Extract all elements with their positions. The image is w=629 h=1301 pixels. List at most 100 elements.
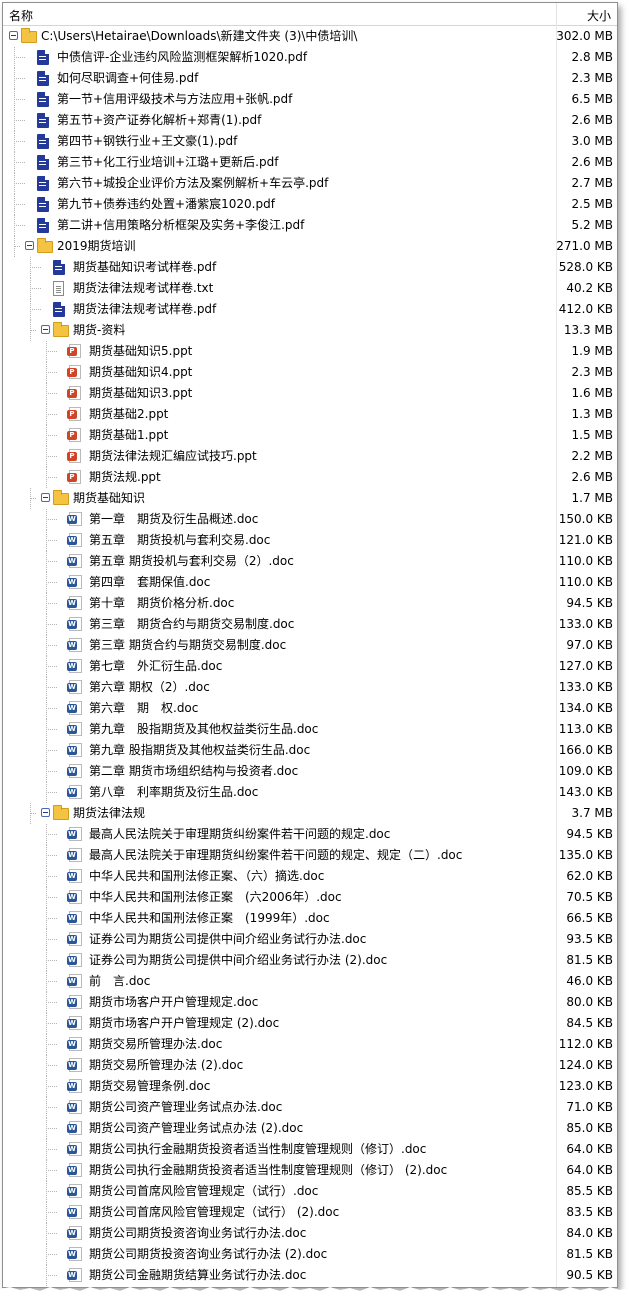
folder-row[interactable]: 期货法律法规 3.7 MB [3,803,617,824]
file-row[interactable]: W 中华人民共和国刑法修正案、（六）摘选.doc 62.0 KB [3,866,617,887]
file-row[interactable]: W 中华人民共和国刑法修正案 (六2006年）.doc 70.5 KB [3,887,617,908]
collapse-toggle-icon[interactable] [41,808,50,817]
file-row[interactable]: W 第六章 期权（2）.doc 133.0 KB [3,677,617,698]
folder-row[interactable]: 2019期货培训 271.0 MB [3,236,617,257]
file-row[interactable]: W 期货公司期货投资咨询业务试行办法.doc 84.0 KB [3,1223,617,1244]
file-row[interactable]: 第六节+城投企业评价方法及案例解析+车云亭.pdf 2.7 MB [3,173,617,194]
tree-connector [30,309,41,310]
file-row[interactable]: W 第八章 利率期货及衍生品.doc 143.0 KB [3,782,617,803]
file-row[interactable]: W 第三章 期货合约与期货交易制度.doc 133.0 KB [3,614,617,635]
file-size: 133.0 KB [558,617,613,631]
file-row[interactable]: W 证券公司为期货公司提供中间介绍业务试行办法.doc 93.5 KB [3,929,617,950]
file-row[interactable]: P 期货法律法规汇编应试技巧.ppt 2.2 MB [3,446,617,467]
tree-connector [46,456,57,457]
file-row[interactable]: W 第五章 期货投机与套利交易（2）.doc 110.0 KB [3,551,617,572]
file-row[interactable]: W 期货公司执行金融期货投资者适当性制度管理规则（修订） (2).doc 64.0 … [3,1160,617,1181]
tree-connector [46,383,47,404]
word-file-icon: W [67,932,82,946]
file-name: 第三章 期货合约与期货交易制度.doc [89,638,287,652]
file-name: 第八章 利率期货及衍生品.doc [89,785,259,799]
file-row[interactable]: P 期货基础2.ppt 1.3 MB [3,404,617,425]
file-row[interactable]: W 期货公司期货投资咨询业务试行办法 (2).doc 81.5 KB [3,1244,617,1265]
folder-row[interactable]: 期货基础知识 1.7 MB [3,488,617,509]
word-file-icon: W [67,764,82,778]
file-size: 166.0 KB [558,743,613,757]
file-row[interactable]: 第四节+钢铁行业+王文豪(1).pdf 3.0 MB [3,131,617,152]
file-size: 2.6 MB [571,155,613,169]
file-row[interactable]: W 第九章 股指期货及其他权益类衍生品.doc 113.0 KB [3,719,617,740]
word-file-icon: W [67,848,82,862]
file-row[interactable]: W 最高人民法院关于审理期货纠纷案件若干问题的规定、规定（二）.doc 135.0 … [3,845,617,866]
file-row[interactable]: W 中华人民共和国刑法修正案 (1999年）.doc 66.5 KB [3,908,617,929]
collapse-toggle-icon[interactable] [41,325,50,334]
file-row[interactable]: W 最高人民法院关于审理期货纠纷案件若干问题的规定.doc 94.5 KB [3,824,617,845]
pdf-file-icon [37,176,49,191]
word-file-icon: W [67,890,82,904]
file-row[interactable]: W 第十章 期货价格分析.doc 94.5 KB [3,593,617,614]
file-row[interactable]: 期货法律法规考试样卷.pdf 412.0 KB [3,299,617,320]
column-divider[interactable] [556,3,557,25]
collapse-toggle-icon[interactable] [9,31,18,40]
file-row[interactable]: W 第一章 期货及衍生品概述.doc 150.0 KB [3,509,617,530]
file-row[interactable]: W 第五章 期货投机与套利交易.doc 121.0 KB [3,530,617,551]
file-row[interactable]: W 第四章 套期保值.doc 110.0 KB [3,572,617,593]
tree-connector [46,897,57,898]
file-row[interactable]: W 第九章 股指期货及其他权益类衍生品.doc 166.0 KB [3,740,617,761]
file-row[interactable]: W 期货公司首席风险官管理规定（试行）.doc 85.5 KB [3,1181,617,1202]
file-row[interactable]: W 期货公司首席风险官管理规定（试行） (2).doc 83.5 KB [3,1202,617,1223]
collapse-toggle-icon[interactable] [41,493,50,502]
tree-connector [46,719,47,740]
tree-connector [46,1149,57,1150]
file-row[interactable]: W 期货交易所管理办法.doc 112.0 KB [3,1034,617,1055]
word-file-icon: W [67,638,82,652]
file-name: 如何尽职调查+何佳易.pdf [57,71,199,85]
file-row[interactable]: W 期货公司执行金融期货投资者适当性制度管理规则（修订）.doc 64.0 KB [3,1139,617,1160]
tree-connector [46,824,47,845]
file-row[interactable]: 第一节+信用评级技术与方法应用+张帆.pdf 6.5 MB [3,89,617,110]
file-row[interactable]: P 期货基础知识3.ppt 1.6 MB [3,383,617,404]
file-row[interactable]: W 期货市场客户开户管理规定 (2).doc 84.5 KB [3,1013,617,1034]
file-row[interactable]: 如何尽职调查+何佳易.pdf 2.3 MB [3,68,617,89]
file-name: 中华人民共和国刑法修正案 (六2006年）.doc [89,890,342,904]
file-row[interactable]: W 第七章 外汇衍生品.doc 127.0 KB [3,656,617,677]
file-size: 113.0 KB [558,722,613,736]
file-row[interactable]: 第三节+化工行业培训+江璐+更新后.pdf 2.6 MB [3,152,617,173]
tree-connector [46,981,57,982]
folder-row[interactable]: C:\Users\Hetairae\Downloads\新建文件夹 (3)\中债… [3,26,617,47]
file-row[interactable]: W 期货公司资产管理业务试点办法.doc 71.0 KB [3,1097,617,1118]
file-size: 2.3 MB [571,365,613,379]
file-row[interactable]: P 期货法规.ppt 2.6 MB [3,467,617,488]
file-row[interactable]: W 期货交易管理条例.doc 123.0 KB [3,1076,617,1097]
tree-connector [46,519,57,520]
file-row[interactable]: 第九节+债券违约处置+潘紫宸1020.pdf 2.5 MB [3,194,617,215]
column-header-size[interactable]: 大小 [587,7,611,24]
file-name: 期货公司期货投资咨询业务试行办法.doc [89,1226,307,1240]
file-row[interactable]: W 证券公司为期货公司提供中间介绍业务试行办法 (2).doc 81.5 KB [3,950,617,971]
file-row[interactable]: 第二讲+信用策略分析框架及实务+李俊江.pdf 5.2 MB [3,215,617,236]
tree-connector [14,57,25,58]
folder-row[interactable]: 期货-资料 13.3 MB [3,320,617,341]
file-size: 97.0 KB [566,638,613,652]
file-row[interactable]: P 期货基础知识4.ppt 2.3 MB [3,362,617,383]
file-row[interactable]: 第五节+资产证券化解析+郑青(1).pdf 2.6 MB [3,110,617,131]
file-row[interactable]: W 期货公司金融期货结算业务试行办法.doc 90.5 KB [3,1265,617,1286]
tree-connector [46,855,57,856]
tree-connector [46,1212,57,1213]
file-row[interactable]: 中债信评-企业违约风险监测框架解析1020.pdf 2.8 MB [3,47,617,68]
file-row[interactable]: P 期货基础1.ppt 1.5 MB [3,425,617,446]
file-row[interactable]: P 期货基础知识5.ppt 1.9 MB [3,341,617,362]
file-row[interactable]: W 期货公司资产管理业务试点办法 (2).doc 85.0 KB [3,1118,617,1139]
file-row[interactable]: W 期货交易所管理办法 (2).doc 124.0 KB [3,1055,617,1076]
file-row[interactable]: W 前 言.doc 46.0 KB [3,971,617,992]
pdf-file-icon [37,50,49,65]
collapse-toggle-icon[interactable] [25,241,34,250]
file-row[interactable]: W 第六章 期 权.doc 134.0 KB [3,698,617,719]
column-header-name[interactable]: 名称 [9,7,33,24]
file-row[interactable]: W 第三章 期货合约与期货交易制度.doc 97.0 KB [3,635,617,656]
file-name: 期货公司首席风险官管理规定（试行）.doc [89,1184,319,1198]
file-row[interactable]: 期货基础知识考试样卷.pdf 528.0 KB [3,257,617,278]
file-row[interactable]: W 期货市场客户开户管理规定.doc 80.0 KB [3,992,617,1013]
file-row[interactable]: W 第二章 期货市场组织结构与投资者.doc 109.0 KB [3,761,617,782]
file-size: 1.7 MB [571,491,613,505]
file-row[interactable]: 期货法律法规考试样卷.txt 40.2 KB [3,278,617,299]
